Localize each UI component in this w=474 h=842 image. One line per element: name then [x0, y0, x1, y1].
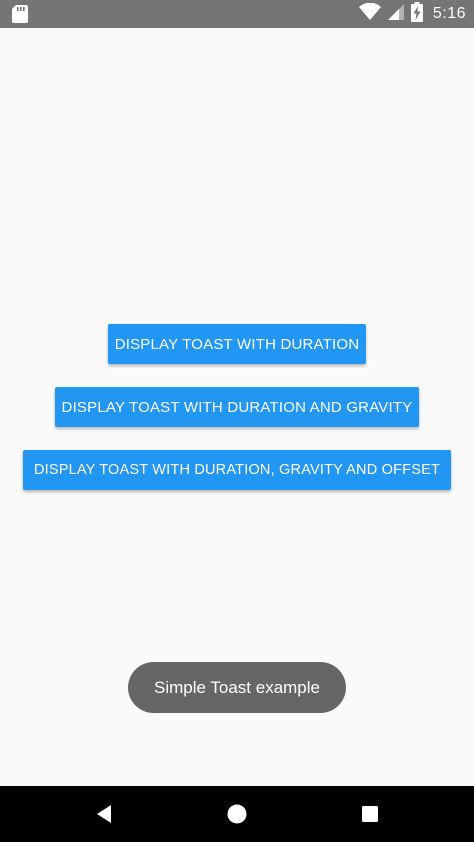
status-time: 5:16: [432, 5, 466, 22]
display-toast-duration-gravity-button[interactable]: DISPLAY TOAST WITH DURATION AND GRAVITY: [55, 387, 419, 427]
recent-apps-icon[interactable]: [356, 800, 384, 828]
battery-charging-icon: [410, 1, 423, 27]
toast-message: Simple Toast example: [128, 662, 346, 713]
home-icon[interactable]: [223, 800, 251, 828]
toast-text: Simple Toast example: [154, 677, 320, 697]
display-toast-duration-button[interactable]: DISPLAY TOAST WITH DURATION: [108, 324, 366, 364]
status-bar: 5:16: [0, 0, 474, 28]
wifi-icon: [358, 2, 381, 26]
sd-card-icon: [12, 5, 28, 23]
status-icons: 5:16: [358, 0, 466, 28]
display-toast-duration-gravity-offset-button[interactable]: DISPLAY TOAST WITH DURATION, GRAVITY AND…: [23, 450, 451, 490]
app-content: DISPLAY TOAST WITH DURATION DISPLAY TOAS…: [0, 28, 474, 786]
cell-signal-icon: [387, 3, 405, 26]
back-icon[interactable]: [90, 800, 118, 828]
navigation-bar: [0, 786, 474, 842]
